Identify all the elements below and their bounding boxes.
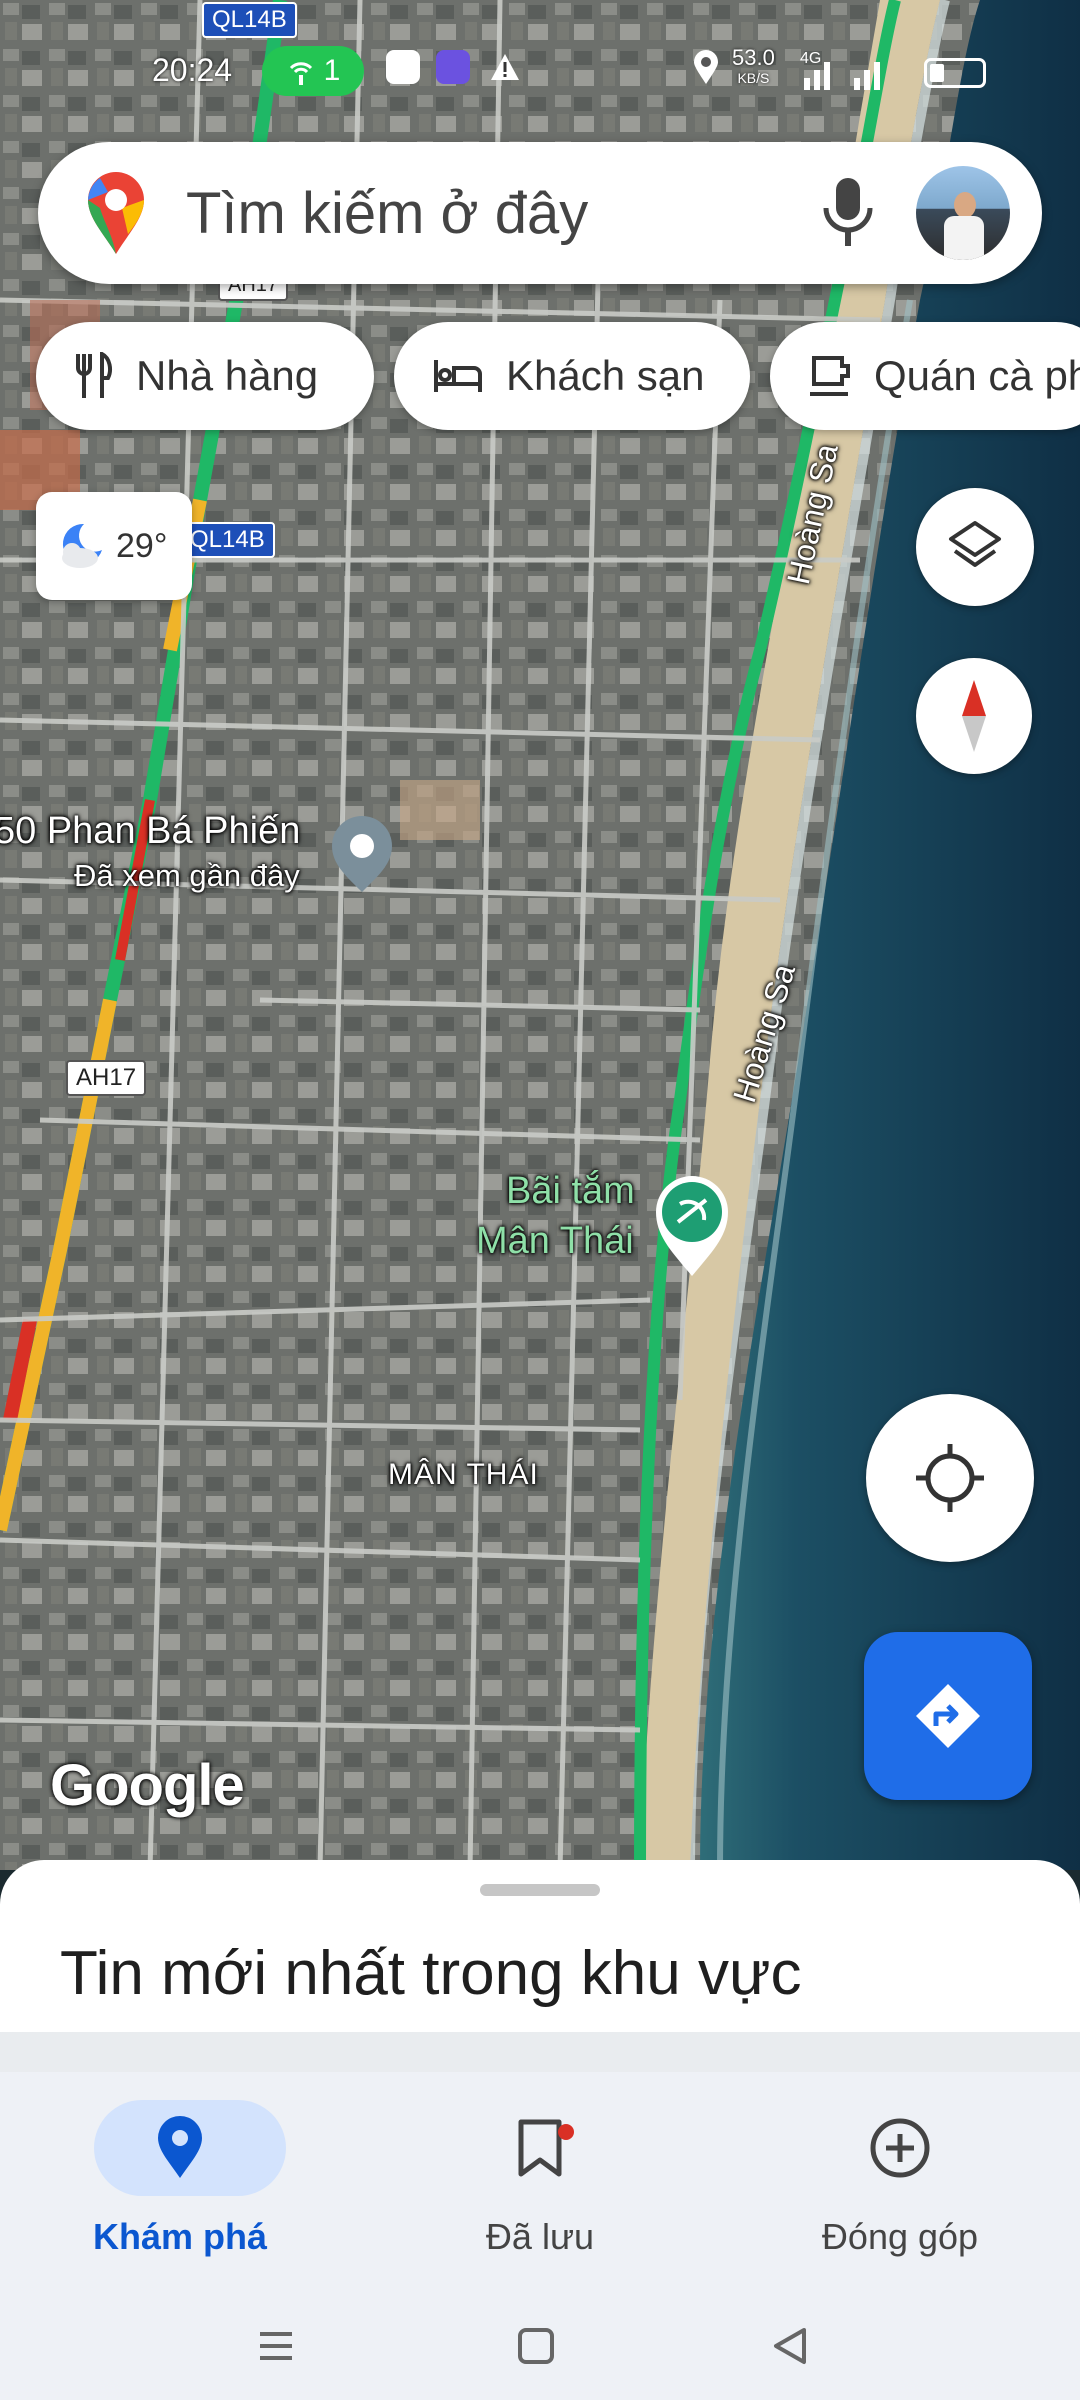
back-icon[interactable] bbox=[770, 2326, 810, 2366]
sheet-title: Tin mới nhất trong khu vực bbox=[60, 1939, 802, 2008]
chip-restaurants[interactable]: Nhà hàng bbox=[36, 322, 374, 430]
hotspot-icon bbox=[289, 62, 312, 85]
compass-icon bbox=[962, 680, 986, 752]
map-layers-button[interactable] bbox=[916, 488, 1034, 606]
bottom-navigation: Khám phá Đã lưu Đóng góp bbox=[0, 2072, 1080, 2300]
hotel-icon bbox=[434, 360, 482, 392]
road-shield-ah17: AH17 bbox=[66, 1060, 147, 1096]
search-bar[interactable]: Tìm kiếm ở đây bbox=[38, 142, 1042, 284]
nav-contribute[interactable]: Đóng góp bbox=[750, 2086, 1050, 2286]
nav-label: Đã lưu bbox=[485, 2216, 595, 2257]
status-time: 20:24 bbox=[152, 52, 233, 88]
restaurant-icon bbox=[76, 352, 112, 398]
nav-label: Khám phá bbox=[92, 2216, 268, 2257]
chip-cafes[interactable]: Quán cà phê bbox=[770, 322, 1080, 430]
google-attribution: Google bbox=[50, 1753, 245, 1818]
battery-icon bbox=[924, 58, 986, 88]
chip-hotels[interactable]: Khách sạn bbox=[394, 322, 750, 430]
directions-icon bbox=[916, 1684, 980, 1748]
sheet-drag-handle[interactable] bbox=[480, 1884, 600, 1896]
gps-crosshair-icon bbox=[916, 1444, 984, 1512]
home-icon[interactable] bbox=[516, 2326, 556, 2366]
status-bar: 20:24 1 53.0 KB/S 4G bbox=[0, 44, 1080, 104]
hotspot-badge: 1 bbox=[262, 46, 364, 96]
chip-label: Quán cà phê bbox=[874, 352, 1080, 399]
location-status-icon bbox=[694, 50, 718, 84]
layers-icon bbox=[949, 521, 1001, 567]
cafe-icon bbox=[810, 356, 850, 396]
compass-button[interactable] bbox=[916, 658, 1032, 774]
district-label: MÂN THÁI bbox=[388, 1458, 539, 1491]
road-shield-ql14b: QL14B bbox=[202, 2, 297, 38]
partly-cloudy-night-icon bbox=[62, 523, 102, 568]
my-location-button[interactable] bbox=[866, 1394, 1034, 1562]
sheet-divider bbox=[0, 2032, 1080, 2072]
signal-strength-icon bbox=[804, 62, 880, 90]
bookmark-icon bbox=[518, 2119, 562, 2177]
network-speed-unit: KB/S bbox=[737, 70, 770, 86]
nav-saved[interactable]: Đã lưu bbox=[390, 2086, 690, 2286]
microphone-icon[interactable] bbox=[818, 174, 878, 252]
recent-apps-icon[interactable] bbox=[256, 2326, 296, 2366]
nav-explore[interactable]: Khám phá bbox=[30, 2086, 330, 2286]
warning-icon bbox=[491, 54, 519, 80]
app-notification-icon bbox=[386, 50, 420, 84]
recent-place-subtitle: Đã xem gần đây bbox=[74, 858, 300, 893]
poi-name-line2[interactable]: Mân Thái bbox=[476, 1220, 634, 1263]
explore-bottom-sheet[interactable]: Tin mới nhất trong khu vực bbox=[0, 1860, 1080, 2032]
directions-button[interactable] bbox=[864, 1632, 1032, 1800]
game-controller-icon bbox=[436, 50, 470, 84]
recent-place-name[interactable]: 50 Phan Bá Phiến bbox=[0, 810, 300, 853]
poi-name-line1[interactable]: Bãi tắm bbox=[506, 1170, 635, 1213]
profile-avatar[interactable] bbox=[916, 166, 1010, 260]
new-badge-dot bbox=[558, 2124, 574, 2140]
explore-pin-icon bbox=[158, 2116, 202, 2178]
search-input[interactable]: Tìm kiếm ở đây bbox=[186, 180, 588, 247]
road-shield-ql14b: QL14B bbox=[180, 522, 275, 558]
chip-label: Nhà hàng bbox=[136, 352, 319, 399]
system-navigation-bar bbox=[0, 2300, 1080, 2400]
google-maps-logo-icon bbox=[88, 172, 144, 254]
chip-label: Khách sạn bbox=[506, 352, 705, 399]
add-circle-icon bbox=[870, 2118, 930, 2178]
network-speed-value: 53.0 bbox=[732, 45, 775, 70]
hotspot-count: 1 bbox=[323, 54, 341, 87]
network-speed: 53.0 KB/S bbox=[732, 45, 775, 88]
nav-label: Đóng góp bbox=[821, 2216, 979, 2257]
weather-temperature: 29° bbox=[116, 526, 168, 565]
weather-widget[interactable]: 29° bbox=[36, 492, 192, 600]
